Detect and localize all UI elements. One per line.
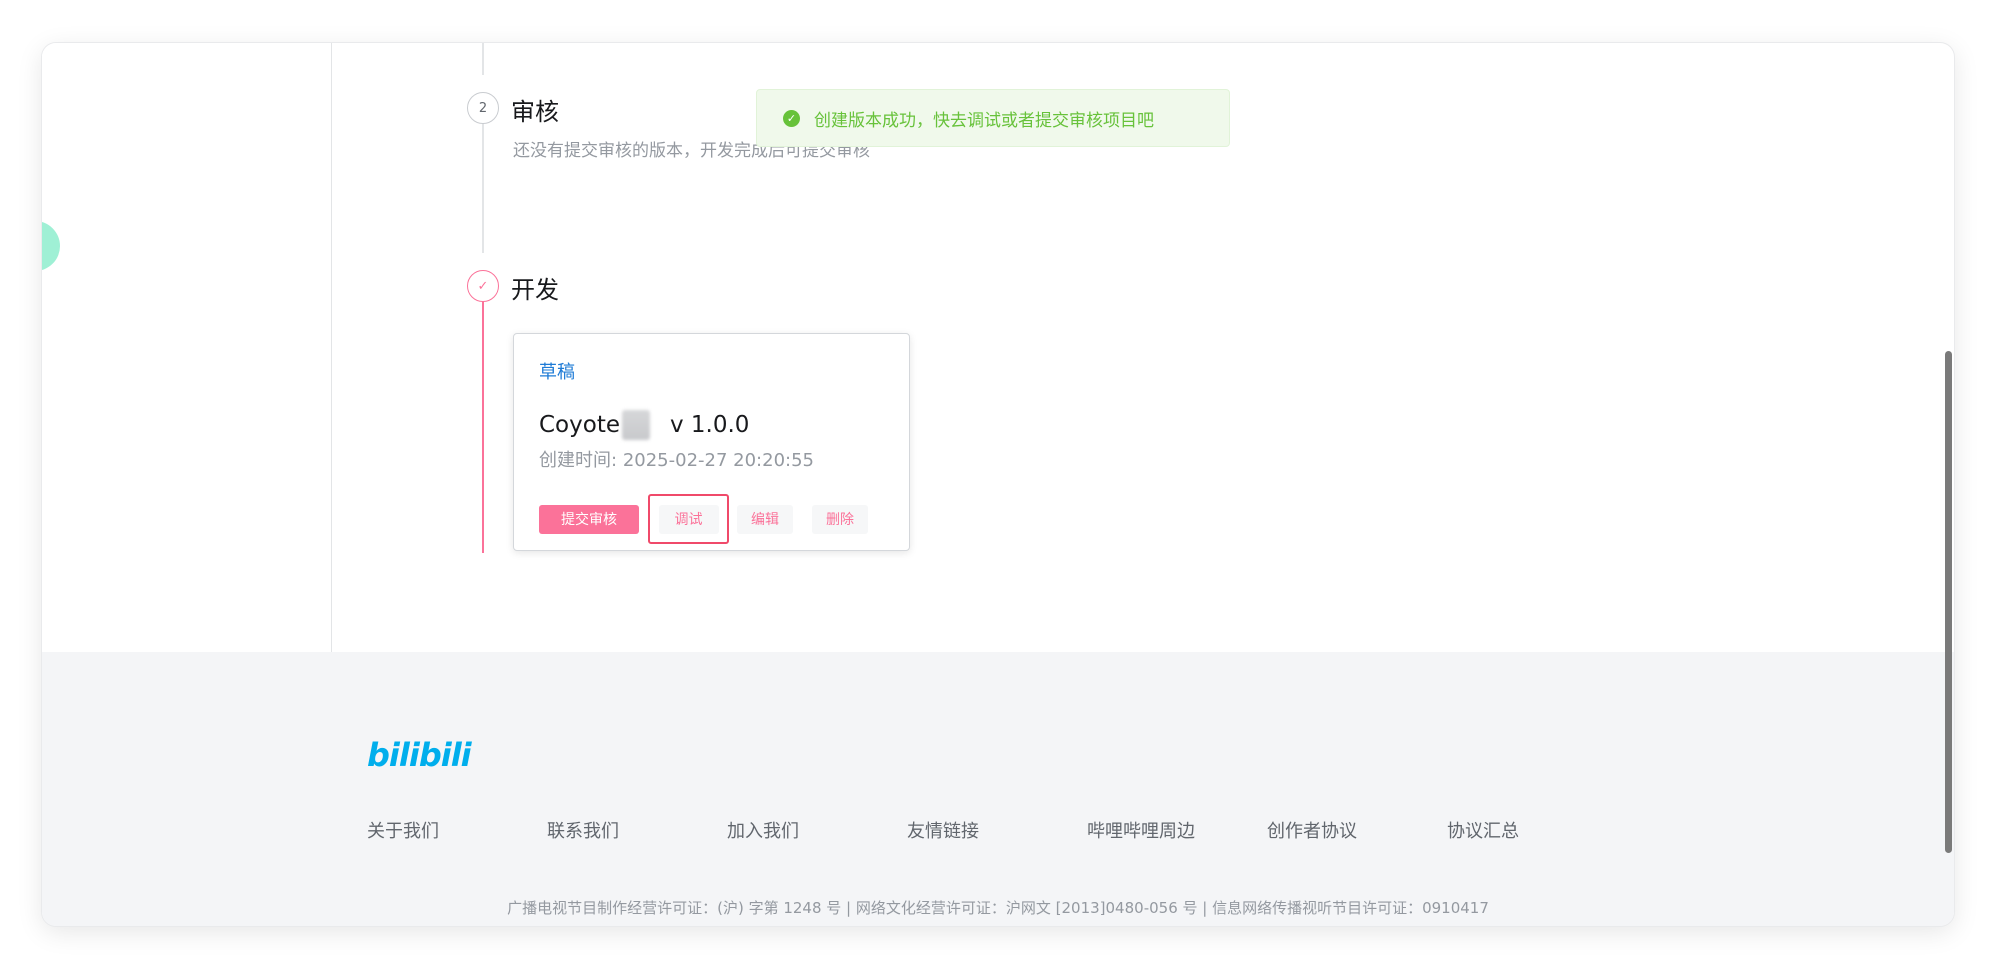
submit-review-button[interactable]: 提交审核: [539, 504, 639, 534]
redacted-name-blur: [621, 410, 650, 440]
created-time-label: 创建时间:: [539, 450, 618, 471]
delete-button[interactable]: 删除: [812, 504, 868, 534]
step-title-review: 审核: [511, 98, 559, 126]
scrollbar[interactable]: [1942, 43, 1954, 926]
footer-link-about[interactable]: 关于我们: [367, 817, 547, 843]
version-title: Coyote v 1.0.0: [539, 410, 884, 440]
bilibili-logo[interactable]: bilibili: [367, 736, 472, 774]
success-toast: ✓ 创建版本成功，快去调试或者提交审核项目吧: [756, 89, 1230, 147]
draft-status: 草稿: [539, 362, 575, 383]
footer-links: 关于我们 联系我们 加入我们 友情链接 哔哩哔哩周边 创作者协议 协议汇总: [367, 817, 1627, 843]
check-circle-icon: ✓: [783, 109, 800, 127]
card-actions: 提交审核 调试 编辑 删除: [539, 494, 884, 544]
debug-button[interactable]: 调试: [658, 504, 719, 534]
footer-link-creator-agreement[interactable]: 创作者协议: [1267, 817, 1447, 843]
timeline-line-develop: [482, 295, 484, 553]
floating-action-button[interactable]: [42, 221, 60, 271]
footer-link-merch[interactable]: 哔哩哔哩周边: [1087, 817, 1267, 843]
footer-link-friends[interactable]: 友情链接: [907, 817, 1087, 843]
edit-button[interactable]: 编辑: [737, 504, 793, 534]
timeline-line-review: [482, 113, 484, 253]
check-icon: ✓: [477, 278, 489, 294]
created-time: 创建时间: 2025-02-27 20:20:55: [539, 446, 884, 472]
footer-link-contact[interactable]: 联系我们: [547, 817, 727, 843]
sidebar: [42, 43, 332, 652]
version-number: v 1.0.0: [669, 412, 750, 438]
timeline-line-top: [482, 43, 484, 75]
footer-link-join[interactable]: 加入我们: [727, 817, 907, 843]
app-window: 2 审核 还没有提交审核的版本，开发完成后可提交审核 ✓ 创建版本成功，快去调试…: [42, 43, 1954, 926]
step-status-develop: ✓: [467, 270, 499, 302]
created-time-value: 2025-02-27 20:20:55: [622, 450, 814, 471]
footer-link-agreements[interactable]: 协议汇总: [1447, 817, 1627, 843]
version-card: 草稿 Coyote v 1.0.0 创建时间: 2025-02-27 20:20…: [513, 333, 910, 551]
scrollbar-thumb[interactable]: [1945, 351, 1952, 853]
license-text: 广播电视节目制作经营许可证：(沪) 字第 1248 号 | 网络文化经营许可证：…: [507, 899, 1489, 917]
project-name: Coyote: [539, 412, 620, 438]
step-number: 2: [478, 100, 488, 116]
toast-message: 创建版本成功，快去调试或者提交审核项目吧: [814, 110, 1154, 131]
debug-button-highlight: 调试: [648, 494, 729, 544]
step-number-review: 2: [467, 92, 499, 124]
footer: bilibili 关于我们 联系我们 加入我们 友情链接 哔哩哔哩周边 创作者协…: [42, 652, 1954, 926]
step-title-develop: 开发: [511, 276, 559, 304]
